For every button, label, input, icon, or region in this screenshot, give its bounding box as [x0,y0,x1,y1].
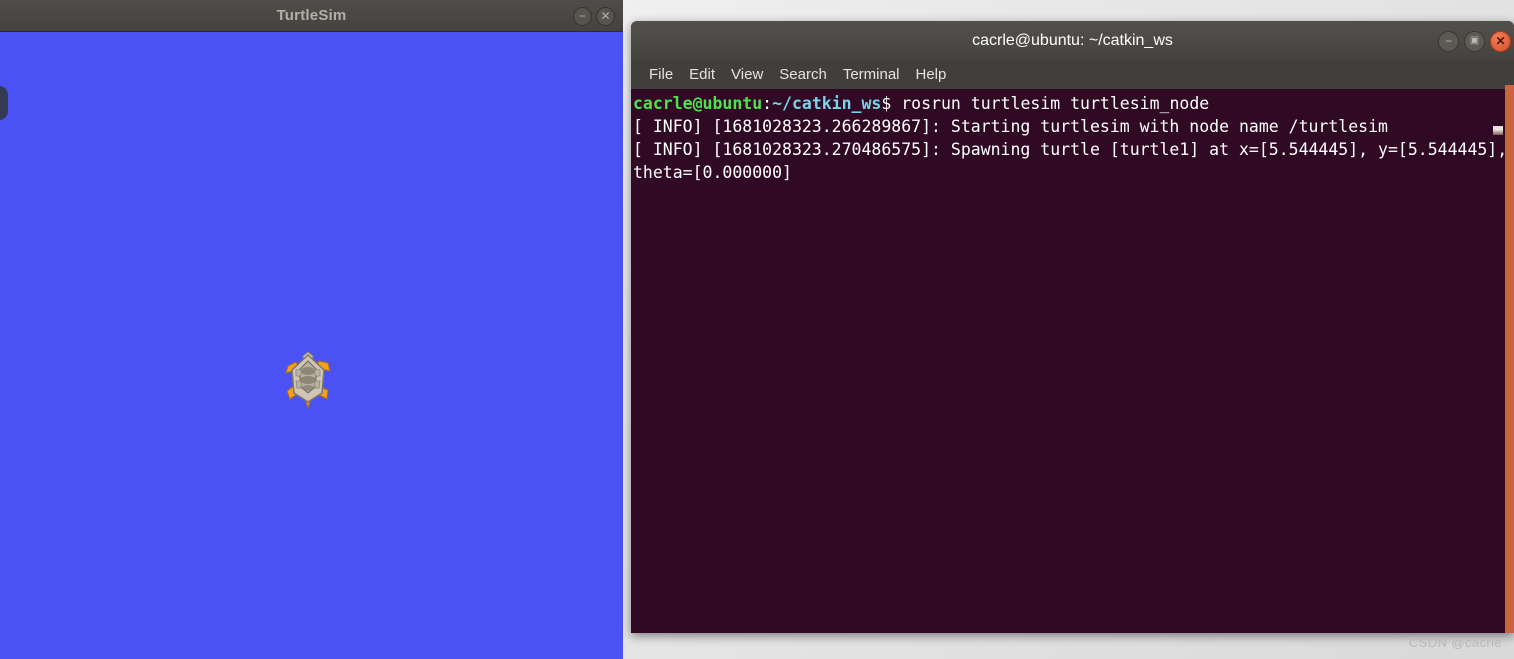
menu-item-edit[interactable]: Edit [681,64,723,85]
terminal-titlebar[interactable]: cacrle@ubuntu: ~/catkin_ws − ▣ ✕ [631,21,1514,61]
menu-item-help[interactable]: Help [908,64,955,85]
prompt-path: ~/catkin_ws [772,94,882,113]
menu-item-file[interactable]: File [641,64,681,85]
terminal-maximize-button[interactable]: ▣ [1464,31,1485,52]
terminal-window: cacrle@ubuntu: ~/catkin_ws − ▣ ✕ File Ed… [631,21,1514,633]
maximize-icon: ▣ [1469,35,1480,46]
terminal-output-line-2: [ INFO] [1681028323.270486575]: Spawning… [633,140,1508,182]
terminal-output-area[interactable]: cacrle@ubuntu:~/catkin_ws$ rosrun turtle… [631,89,1514,633]
terminal-close-button[interactable]: ✕ [1490,31,1511,52]
menu-item-terminal[interactable]: Terminal [835,64,908,85]
prompt-colon: : [762,94,773,113]
menu-item-view[interactable]: View [723,64,771,85]
close-icon: ✕ [600,9,611,23]
turtlesim-canvas[interactable] [0,32,623,659]
turtle-sprite [283,350,333,410]
minimize-icon: − [578,9,586,23]
minimize-icon: − [1444,34,1452,48]
watermark: CSDN @cacrle [1408,635,1502,650]
turtlesim-title: TurtleSim [276,7,347,24]
turtlesim-close-button[interactable]: ✕ [596,7,615,26]
terminal-text: cacrle@ubuntu:~/catkin_ws$ rosrun turtle… [633,92,1511,184]
clipped-edge-widget [0,86,8,120]
terminal-title: cacrle@ubuntu: ~/catkin_ws [972,32,1173,49]
turtlesim-minimize-button[interactable]: − [573,7,592,26]
prompt-user-host: cacrle@ubuntu [633,94,763,113]
menu-item-search[interactable]: Search [771,64,835,85]
terminal-output-line-1: [ INFO] [1681028323.266289867]: Starting… [633,117,1388,136]
right-edge-accent-strip [1505,85,1514,633]
terminal-command: rosrun turtlesim turtlesim_node [901,94,1210,113]
close-icon: ✕ [1495,34,1506,48]
prompt-symbol: $ [881,94,902,113]
terminal-minimize-button[interactable]: − [1438,31,1459,52]
terminal-menubar: File Edit View Search Terminal Help [631,60,1514,89]
turtlesim-titlebar[interactable]: TurtleSim − ✕ [0,0,623,32]
scrollbar-marker[interactable] [1493,126,1503,135]
turtlesim-window: TurtleSim − ✕ [0,0,623,659]
